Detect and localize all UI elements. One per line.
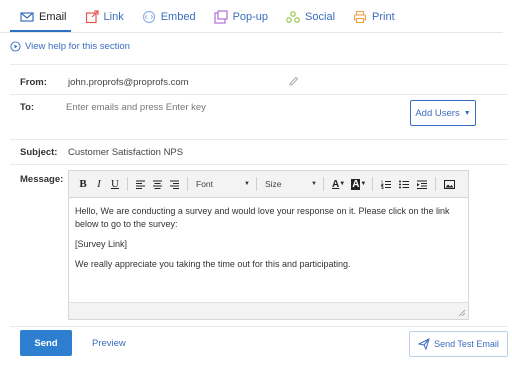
tab-link[interactable]: Link xyxy=(76,2,133,32)
tab-email[interactable]: Email xyxy=(0,2,76,32)
add-users-label: Add Users xyxy=(415,107,460,119)
align-center-icon[interactable] xyxy=(153,180,162,189)
subject-input[interactable]: Customer Satisfaction NPS xyxy=(68,147,183,158)
tab-print-label: Print xyxy=(372,10,395,23)
tab-embed-label: Embed xyxy=(160,10,196,23)
subject-label: Subject: xyxy=(20,147,58,158)
message-editor: B I U Font ▼ Size ▼ A ▼ A ▼ Hello, We are … xyxy=(68,170,469,320)
size-select-label: Size xyxy=(265,179,282,189)
toolbar-separator xyxy=(187,177,188,191)
editor-statusbar xyxy=(69,302,468,319)
to-input[interactable]: Enter emails and press Enter key xyxy=(66,102,206,113)
tab-social[interactable]: Social xyxy=(277,2,344,32)
underline-button[interactable]: U xyxy=(111,178,119,190)
external-link-icon xyxy=(85,9,99,23)
message-paragraph: We really appreciate you taking the time… xyxy=(75,259,351,269)
tab-embed[interactable]: Embed xyxy=(133,2,205,32)
popup-icon xyxy=(213,9,228,24)
message-paragraph: Hello, We are conducting a survey and wo… xyxy=(75,206,450,229)
add-users-button[interactable]: Add Users ▼ xyxy=(410,100,476,126)
caret-down-icon: ▼ xyxy=(311,181,317,187)
toolbar-separator xyxy=(323,177,324,191)
indent-icon[interactable] xyxy=(417,180,428,189)
align-right-icon[interactable] xyxy=(170,180,179,189)
divider xyxy=(10,94,508,95)
tab-popup[interactable]: Pop-up xyxy=(205,2,277,32)
caret-down-icon: ▼ xyxy=(463,109,471,117)
bg-color-button[interactable]: A ▼ xyxy=(351,178,367,190)
mail-icon xyxy=(20,11,34,22)
caret-down-icon: ▼ xyxy=(339,181,346,187)
send-test-email-button[interactable]: Send Test Email xyxy=(409,331,508,357)
tab-print[interactable]: Print xyxy=(344,2,404,32)
print-icon xyxy=(353,10,367,23)
message-body[interactable]: Hello, We are conducting a survey and wo… xyxy=(69,198,468,285)
font-select-label: Font xyxy=(196,179,214,189)
paper-plane-icon xyxy=(418,338,430,350)
tabs-divider xyxy=(0,32,503,33)
bullet-list-icon[interactable] xyxy=(399,180,410,189)
bg-color-label: A xyxy=(351,178,361,190)
resize-handle-icon[interactable] xyxy=(457,308,465,316)
font-color-label: A xyxy=(332,178,340,190)
to-label: To: xyxy=(20,102,35,113)
message-paragraph: [Survey Link] xyxy=(75,239,128,249)
divider xyxy=(10,64,508,65)
embed-icon xyxy=(142,10,155,23)
editor-toolbar: B I U Font ▼ Size ▼ A ▼ A ▼ xyxy=(69,171,468,198)
send-test-email-label: Send Test Email xyxy=(434,339,499,349)
caret-down-icon: ▼ xyxy=(244,181,250,187)
pencil-icon[interactable] xyxy=(288,76,299,87)
divider xyxy=(10,139,508,140)
bold-button[interactable]: B xyxy=(79,178,87,190)
send-button[interactable]: Send xyxy=(20,330,72,356)
font-select[interactable]: Font ▼ xyxy=(196,179,250,189)
size-select[interactable]: Size ▼ xyxy=(265,179,317,189)
toolbar-separator xyxy=(372,177,374,191)
toolbar-separator xyxy=(435,177,437,191)
social-icon xyxy=(286,10,300,23)
tab-social-label: Social xyxy=(305,10,336,23)
tab-link-label: Link xyxy=(103,10,124,23)
numbered-list-icon[interactable] xyxy=(381,180,392,189)
divider xyxy=(10,326,508,327)
message-label: Message: xyxy=(20,174,64,185)
image-icon[interactable] xyxy=(444,179,456,189)
from-value: john.proprofs@proprofs.com xyxy=(68,77,189,88)
play-circle-icon xyxy=(10,41,21,52)
help-link[interactable]: View help for this section xyxy=(10,41,130,52)
toolbar-separator xyxy=(127,177,128,191)
tab-popup-label: Pop-up xyxy=(232,10,269,23)
divider xyxy=(10,164,508,165)
caret-down-icon: ▼ xyxy=(360,181,367,187)
preview-link[interactable]: Preview xyxy=(92,338,126,349)
share-tabs: Email Link Embed Pop-up Social Print xyxy=(0,0,512,33)
help-link-label: View help for this section xyxy=(25,41,130,52)
font-color-button[interactable]: A ▼ xyxy=(332,179,345,190)
from-label: From: xyxy=(20,77,47,88)
toolbar-separator xyxy=(256,177,257,191)
tab-email-label: Email xyxy=(39,10,67,23)
italic-button[interactable]: I xyxy=(95,178,103,190)
align-left-icon[interactable] xyxy=(136,180,145,189)
